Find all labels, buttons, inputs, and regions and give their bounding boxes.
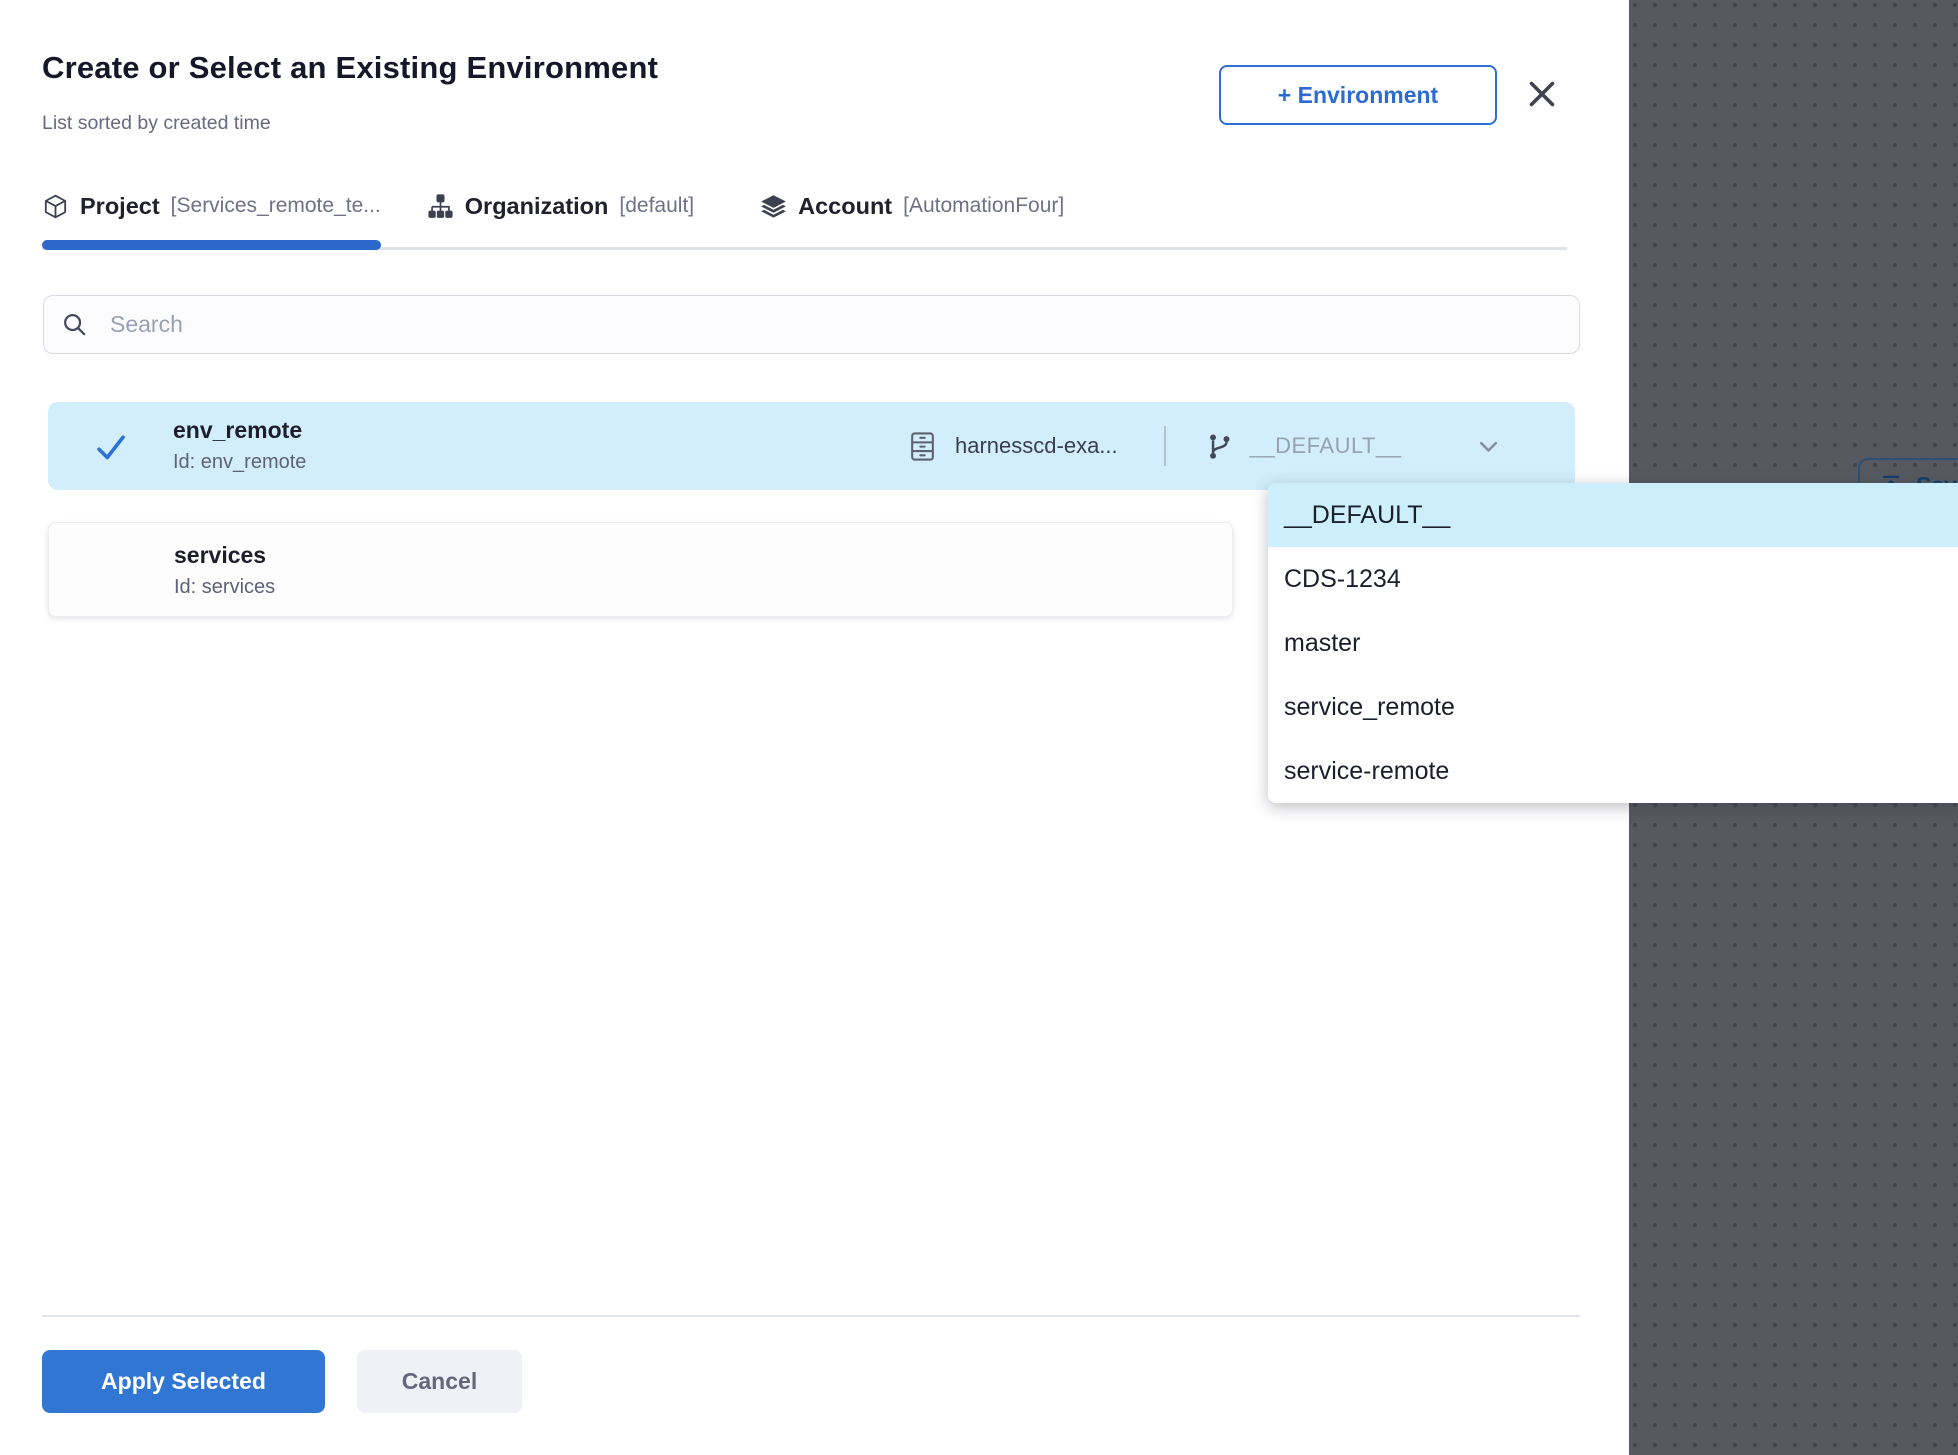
search-input[interactable] [110, 296, 1579, 353]
layers-icon [760, 193, 787, 220]
tab-project-label: Project [80, 193, 160, 220]
branch-option[interactable]: service_remote [1268, 675, 1958, 739]
check-icon [93, 429, 129, 465]
tab-organization-label: Organization [465, 193, 609, 220]
tab-organization[interactable]: Organization [default] [427, 183, 694, 229]
branch-selector[interactable]: __DEFAULT__ [1204, 431, 1503, 462]
cancel-button[interactable]: Cancel [357, 1350, 522, 1413]
new-environment-button-label: + Environment [1278, 82, 1438, 109]
branch-option[interactable]: __DEFAULT__ [1268, 483, 1958, 547]
environment-id: Id: env_remote [173, 451, 306, 474]
footer-divider [42, 1315, 1580, 1317]
new-environment-button[interactable]: + Environment [1219, 65, 1497, 125]
tab-project-scope: [Services_remote_te... [171, 194, 381, 218]
environment-id: Id: services [174, 576, 275, 599]
tab-account-label: Account [798, 193, 892, 220]
tab-organization-scope: [default] [619, 194, 694, 218]
close-icon [1524, 76, 1560, 112]
repository-name: harnesscd-exa... [955, 433, 1118, 459]
sitemap-icon [427, 193, 454, 220]
branch-option[interactable]: master [1268, 611, 1958, 675]
divider [1164, 426, 1166, 466]
branch-selector-value: __DEFAULT__ [1250, 433, 1402, 459]
cube-icon [42, 193, 69, 220]
branch-dropdown-menu: __DEFAULT__ CDS-1234 master service_remo… [1268, 483, 1958, 803]
chevron-down-icon [1475, 433, 1502, 460]
search-box [43, 295, 1580, 354]
tab-project[interactable]: Project [Services_remote_te... [42, 183, 381, 229]
branch-option[interactable]: service-remote [1268, 739, 1958, 803]
search-icon [61, 311, 88, 338]
branch-option[interactable]: CDS-1234 [1268, 547, 1958, 611]
environment-name: env_remote [173, 417, 302, 444]
page-title: Create or Select an Existing Environment [42, 50, 658, 86]
close-button[interactable] [1520, 72, 1564, 116]
environment-git-meta: harnesscd-exa... __DEFAULT__ [906, 402, 1502, 490]
environment-name: services [174, 542, 266, 569]
tab-account[interactable]: Account [AutomationFour] [760, 183, 1064, 229]
apply-selected-button[interactable]: Apply Selected [42, 1350, 325, 1413]
repository-icon [906, 430, 939, 463]
scope-tabs: Project [Services_remote_te... Organizat… [42, 183, 1567, 251]
screen: Sav Create or Select an Existing Environ… [0, 0, 1958, 1455]
sort-note: List sorted by created time [42, 112, 271, 135]
environment-row-services[interactable]: services Id: services [48, 522, 1233, 617]
tab-account-scope: [AutomationFour] [903, 194, 1064, 218]
environment-row-env-remote[interactable]: env_remote Id: env_remote harnesscd-exa.… [48, 402, 1575, 490]
git-branch-icon [1204, 431, 1235, 462]
